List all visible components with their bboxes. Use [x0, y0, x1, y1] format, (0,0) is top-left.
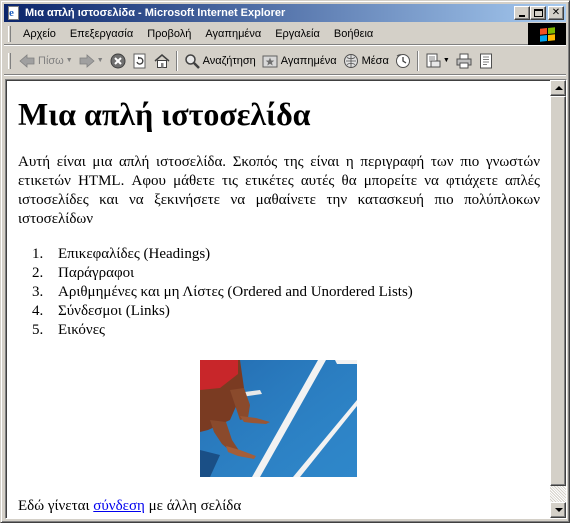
media-button[interactable]: Μέσα [340, 49, 392, 73]
list-text: Εικόνες [58, 322, 105, 338]
caption-buttons: ✕ [514, 6, 564, 20]
list-item: 2. Παράγραφοι [18, 264, 518, 283]
media-icon [343, 53, 359, 69]
home-button[interactable] [151, 49, 173, 73]
windows-logo-throbber [528, 23, 566, 45]
intro-paragraph: Αυτή είναι μια απλή ιστοσελίδα. Σκοπός τ… [18, 154, 540, 227]
browser-window: e Μια απλή ιστοσελίδα - Microsoft Intern… [0, 0, 570, 523]
menu-bar: Αρχείο Επεξεργασία Προβολή Αγαπημένα Εργ… [4, 23, 566, 45]
print-button[interactable] [453, 49, 475, 73]
list-item: 3. Αριθμημένες και μη Λίστες (Ordered and… [18, 283, 518, 302]
back-label: Πίσω [38, 54, 64, 67]
back-button[interactable]: Πίσω ▼ [16, 49, 76, 73]
footer-paragraph: Εδώ γίνεται σύνδεση με άλλη σελίδα [18, 497, 241, 516]
stop-icon [110, 53, 126, 69]
search-icon [184, 53, 200, 69]
list-number: 1. [32, 246, 44, 262]
list-number: 2. [32, 265, 44, 281]
scroll-down-button[interactable] [550, 502, 566, 518]
minimize-button[interactable] [514, 6, 530, 20]
topics-list: 1. Επικεφαλίδες (Headings) 2. Παράγραφοι 3… [18, 245, 518, 340]
search-label: Αναζήτηση [202, 54, 256, 67]
list-number: 5. [32, 322, 44, 338]
standard-toolbar: Πίσω ▼ ▼ Αναζήτηση Αγαπημένα Μέσα ▼ [4, 47, 566, 75]
web-page: Μια απλή ιστοσελίδα Αυτή είναι μια απλή … [8, 82, 548, 518]
close-button[interactable]: ✕ [548, 6, 564, 20]
menu-grip[interactable] [8, 25, 11, 42]
link-to-other-page[interactable]: σύνδεση [93, 498, 145, 514]
refresh-icon [132, 53, 148, 69]
forward-dropdown-icon[interactable]: ▼ [97, 57, 104, 64]
forward-arrow-icon [79, 53, 95, 69]
footer-text-after: με άλλη σελίδα [144, 498, 242, 514]
list-number: 4. [32, 303, 44, 319]
stop-button[interactable] [107, 49, 129, 73]
menu-edit[interactable]: Επεξεργασία [63, 25, 140, 43]
list-number: 3. [32, 284, 44, 300]
menu-help[interactable]: Βοήθεια [327, 25, 380, 43]
list-text: Επικεφαλίδες (Headings) [58, 246, 211, 262]
media-label: Μέσα [361, 54, 389, 67]
history-button[interactable] [392, 49, 414, 73]
list-item: 5. Εικόνες [18, 321, 518, 340]
ie-page-icon: e [6, 5, 22, 21]
close-icon: ✕ [551, 7, 561, 18]
toolbar-grip[interactable] [8, 52, 11, 69]
menu-favorites[interactable]: Αγαπημένα [198, 25, 268, 43]
list-item: 1. Επικεφαλίδες (Headings) [18, 245, 518, 264]
history-icon [395, 53, 411, 69]
list-text: Παράγραφοι [58, 265, 135, 281]
scroll-up-button[interactable] [550, 80, 566, 96]
content-viewport[interactable]: Μια απλή ιστοσελίδα Αυτή είναι μια απλή … [5, 79, 567, 519]
list-text: Αριθμημένες και μη Λίστες (Ordered and U… [58, 284, 413, 300]
list-item: 4. Σύνδεσμοι (Links) [18, 302, 518, 321]
list-text: Σύνδεσμοι (Links) [58, 303, 170, 319]
favorites-star-icon [262, 53, 278, 69]
print-icon [456, 53, 472, 69]
mail-button[interactable]: ▼ [422, 49, 453, 73]
maximize-icon [534, 9, 543, 17]
forward-button[interactable]: ▼ [76, 49, 107, 73]
edit-document-icon [478, 53, 494, 69]
mail-icon [425, 53, 441, 69]
toolbar-separator [175, 50, 178, 71]
scrollbar-thumb[interactable] [550, 96, 566, 486]
favorites-button[interactable]: Αγαπημένα [259, 49, 340, 73]
home-icon [154, 53, 170, 69]
minimize-icon [519, 15, 525, 17]
menu-view[interactable]: Προβολή [140, 25, 198, 43]
toolbar-separator [416, 50, 419, 71]
refresh-button[interactable] [129, 49, 151, 73]
page-heading: Μια απλή ιστοσελίδα [18, 96, 311, 132]
mail-dropdown-icon[interactable]: ▼ [443, 57, 450, 64]
windows-logo-icon [539, 26, 555, 42]
footer-text-before: Εδώ γίνεται [18, 498, 94, 514]
search-button[interactable]: Αναζήτηση [181, 49, 259, 73]
back-arrow-icon [19, 53, 35, 69]
scroll-up-arrow-icon [555, 86, 563, 90]
edit-button[interactable] [475, 49, 497, 73]
title-bar[interactable]: e Μια απλή ιστοσελίδα - Microsoft Intern… [4, 4, 566, 22]
scroll-down-arrow-icon [555, 508, 563, 512]
runner-start-photo [200, 360, 357, 477]
menu-file[interactable]: Αρχείο [16, 25, 63, 43]
vertical-scrollbar[interactable] [550, 80, 566, 518]
favorites-label: Αγαπημένα [280, 54, 337, 67]
maximize-button[interactable] [530, 6, 546, 20]
window-title: Μια απλή ιστοσελίδα - Microsoft Internet… [25, 7, 286, 19]
back-dropdown-icon[interactable]: ▼ [66, 57, 73, 64]
menu-tools[interactable]: Εργαλεία [268, 25, 327, 43]
